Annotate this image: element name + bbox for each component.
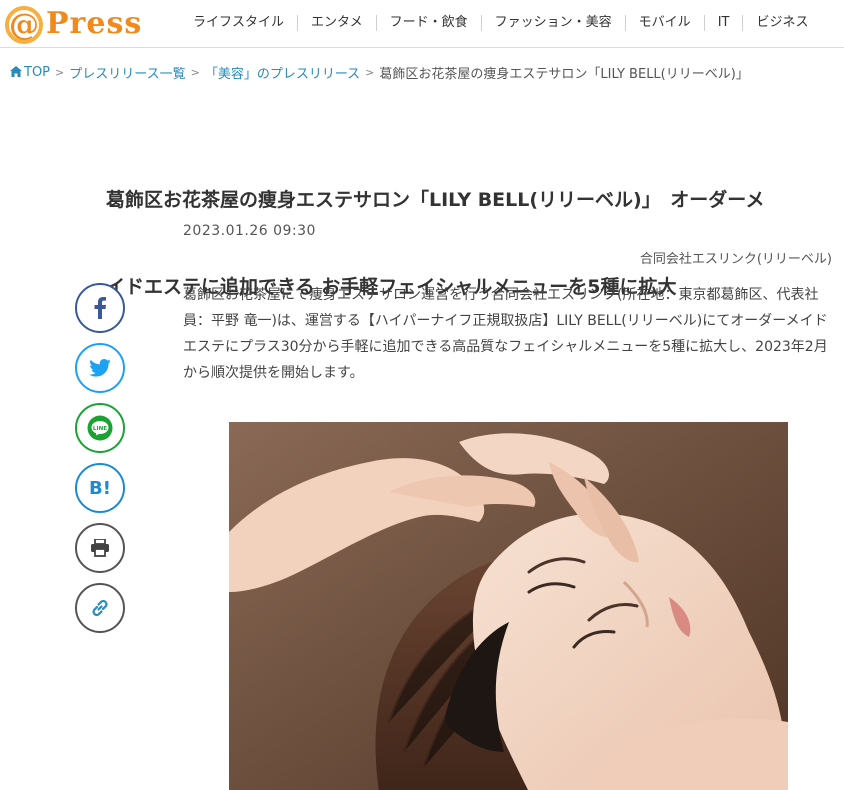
home-icon bbox=[10, 66, 22, 77]
nav-item-food[interactable]: フード・飲食 bbox=[375, 15, 481, 31]
hatena-bookmark-icon: B! bbox=[89, 477, 111, 499]
breadcrumb-separator: > bbox=[55, 66, 65, 79]
print-icon bbox=[91, 539, 109, 557]
logo-text: Press bbox=[46, 6, 143, 41]
publish-date: 2023.01.26 09:30 bbox=[183, 223, 316, 239]
line-share-button[interactable]: LINE bbox=[75, 403, 125, 453]
twitter-icon bbox=[89, 359, 111, 377]
link-icon bbox=[92, 599, 108, 617]
facial-treatment-photo bbox=[229, 422, 788, 790]
category-nav: ライフスタイル エンタメ フード・飲食 ファッション・美容 モバイル IT ビジ… bbox=[180, 0, 821, 46]
site-logo[interactable]: @ Press bbox=[4, 2, 164, 46]
breadcrumb-release-list[interactable]: プレスリリース一覧 bbox=[69, 63, 185, 82]
svg-text:LINE: LINE bbox=[93, 426, 107, 432]
article-main-photo bbox=[229, 422, 788, 790]
print-button[interactable] bbox=[75, 523, 125, 573]
nav-item-mobile[interactable]: モバイル bbox=[624, 15, 704, 31]
hatena-bookmark-share-button[interactable]: B! bbox=[75, 463, 125, 513]
breadcrumb-separator: > bbox=[365, 66, 375, 79]
breadcrumb-category[interactable]: 「美容」のプレスリリース bbox=[205, 63, 360, 82]
at-mark-logo: @ bbox=[4, 4, 44, 44]
nav-item-business[interactable]: ビジネス bbox=[742, 15, 821, 31]
facebook-share-button[interactable] bbox=[75, 283, 125, 333]
breadcrumb-home-label: TOP bbox=[24, 65, 51, 80]
breadcrumb: TOP > プレスリリース一覧 > 「美容」のプレスリリース > 葛飾区お花茶屋… bbox=[10, 63, 749, 82]
line-icon: LINE bbox=[87, 415, 113, 441]
article-lead: 葛飾区お花茶屋にて痩身エステサロン運営を行う合同会社エスリンク(所在地：東京都葛… bbox=[183, 287, 828, 381]
breadcrumb-current: 葛飾区お花茶屋の痩身エステサロン「LILY BELL(リリーベル)」 bbox=[379, 67, 749, 82]
breadcrumb-home[interactable]: TOP bbox=[10, 65, 50, 80]
article-title-line-1: 葛飾区お花茶屋の痩身エステサロン「LILY BELL(リリーベル)」 オーダーメ bbox=[106, 189, 765, 211]
facebook-icon bbox=[94, 297, 106, 319]
site-header: @ Press ライフスタイル エンタメ フード・飲食 ファッション・美容 モバ… bbox=[0, 0, 844, 48]
share-buttons: LINE B! bbox=[75, 283, 125, 643]
copy-link-button[interactable] bbox=[75, 583, 125, 633]
twitter-share-button[interactable] bbox=[75, 343, 125, 393]
nav-item-lifestyle[interactable]: ライフスタイル bbox=[180, 15, 297, 31]
nav-item-it[interactable]: IT bbox=[703, 15, 743, 31]
nav-item-entertainment[interactable]: エンタメ bbox=[297, 15, 376, 31]
svg-text:@: @ bbox=[9, 8, 39, 43]
company-name[interactable]: 合同会社エスリンク(リリーベル) bbox=[640, 248, 832, 267]
nav-item-fashion-beauty[interactable]: ファッション・美容 bbox=[480, 15, 625, 31]
breadcrumb-separator: > bbox=[190, 66, 200, 79]
